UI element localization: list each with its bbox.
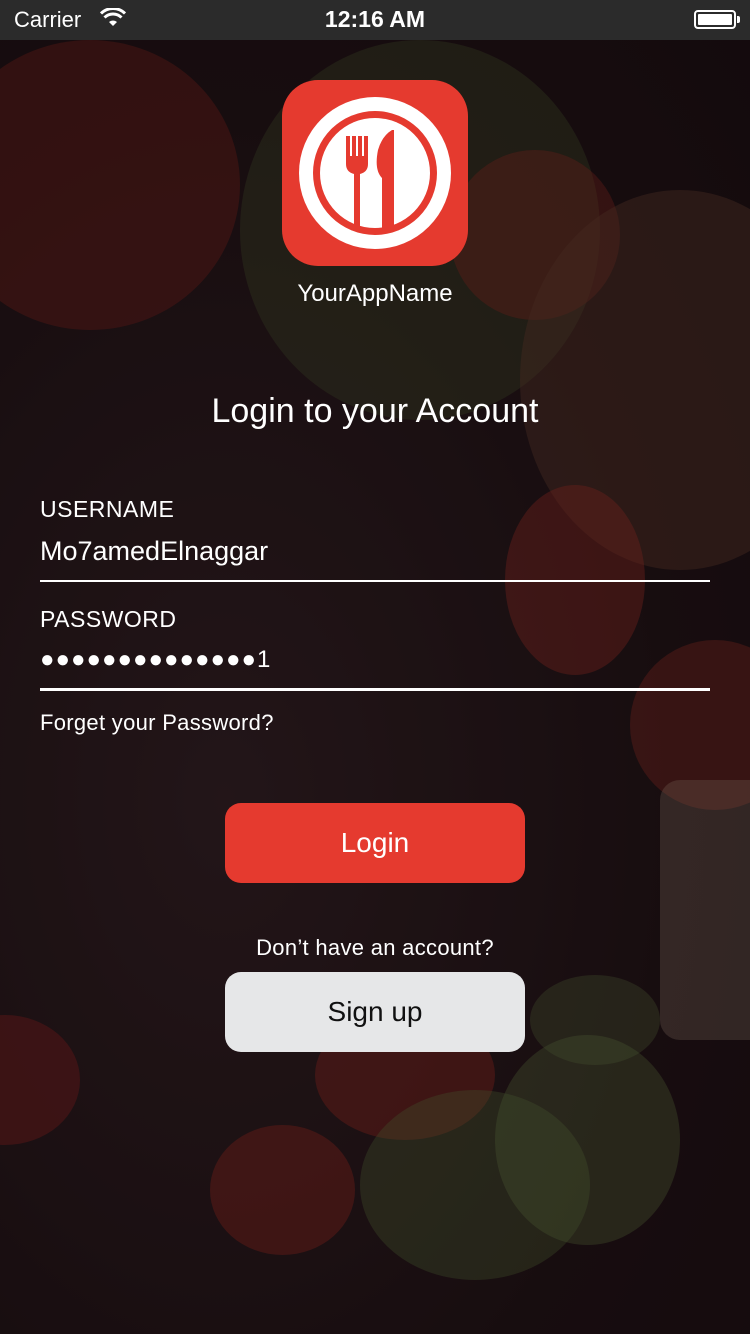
fork-knife-plate-icon	[299, 97, 451, 249]
password-underline	[40, 688, 710, 691]
status-bar: Carrier 12:16 AM	[0, 0, 750, 40]
battery-icon	[694, 10, 740, 29]
password-label: PASSWORD	[40, 606, 177, 632]
signup-button[interactable]: Sign up	[225, 972, 525, 1052]
app-name: YourAppName	[297, 280, 453, 307]
login-button[interactable]: Login	[225, 803, 525, 883]
username-underline	[40, 580, 710, 582]
status-time: 12:16 AM	[324, 6, 426, 32]
app-logo	[282, 80, 468, 266]
page-title: Login to your Account	[211, 392, 539, 430]
no-account-text: Don’t have an account?	[256, 935, 494, 960]
username-label: USERNAME	[40, 496, 175, 522]
forgot-password-link[interactable]: Forget your Password?	[40, 710, 274, 736]
password-field[interactable]: ●●●●●●●●●●●●●●1	[40, 646, 710, 690]
username-field[interactable]: Mo7amedElnaggar	[40, 536, 710, 580]
